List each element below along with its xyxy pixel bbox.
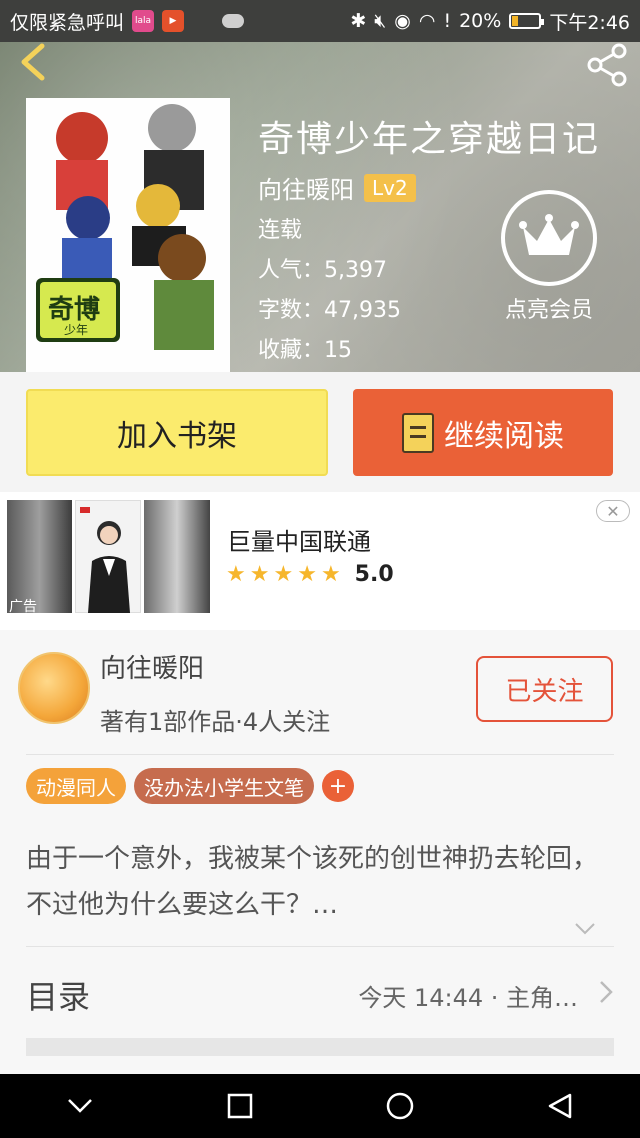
bluetooth-icon: ✱ — [350, 10, 367, 32]
back-triangle-icon[interactable] — [540, 1086, 580, 1126]
tag-item[interactable]: 没办法小学生文笔 — [134, 768, 314, 804]
mute-icon: 🔇︎ — [374, 10, 387, 32]
ad-person-illustration — [80, 507, 130, 613]
ad-title: 巨量中国联通 — [227, 528, 371, 556]
tag-item[interactable]: 动漫同人 — [26, 768, 126, 804]
follow-button[interactable]: 已关注 — [476, 656, 613, 722]
book-cover[interactable]: 奇博 少年 — [26, 98, 230, 372]
collapse-chevron-icon[interactable] — [60, 1086, 100, 1126]
action-bar: 加入书架 继续阅读 — [0, 372, 640, 492]
crown-icon-circle — [501, 190, 597, 286]
author-level-badge: Lv2 — [364, 173, 416, 202]
battery-icon — [509, 13, 545, 29]
ad-rating: 5.0 — [354, 562, 394, 587]
recents-square-icon[interactable] — [220, 1086, 260, 1126]
svg-text:少年: 少年 — [64, 323, 88, 337]
author-section: 向往暖阳 著有1部作品·4人关注 已关注 动漫同人 没办法小学生文笔 + 由于一… — [0, 630, 640, 1074]
section-separator — [26, 1038, 614, 1056]
app-notification-icon: lala — [132, 10, 155, 32]
eye-icon: ◉ — [394, 10, 411, 32]
ad-banner[interactable]: 广告 巨量中国联通 ★ ★ ★ ★ ★ 5.0 ✕ — [0, 492, 640, 630]
ad-image-2 — [75, 500, 141, 613]
share-icon — [587, 43, 627, 87]
vip-button[interactable]: 点亮会员 — [494, 190, 604, 324]
word-count: 字数：47,935 — [258, 298, 401, 323]
book-description[interactable]: 由于一个意外，我被某个该死的创世神扔去轮回，不过他为什么要这么干？… — [26, 836, 606, 928]
add-tag-button[interactable]: + — [322, 770, 354, 802]
add-to-shelf-button[interactable]: 加入书架 — [26, 389, 328, 476]
expand-chevron-icon[interactable] — [574, 920, 596, 941]
share-button[interactable] — [584, 42, 630, 88]
author-row: 向往暖阳 Lv2 — [258, 170, 416, 205]
divider — [26, 946, 614, 947]
video-app-icon: ▶ — [162, 10, 185, 32]
star-icon: ★ — [320, 562, 341, 587]
cloud-icon — [222, 14, 245, 28]
serial-status: 连载 — [258, 218, 303, 243]
tag-list: 动漫同人 没办法小学生文笔 + — [26, 768, 354, 804]
ad-close-button[interactable]: ✕ — [596, 500, 630, 522]
divider — [26, 754, 614, 755]
system-nav-bar — [0, 1074, 640, 1138]
home-circle-icon[interactable] — [380, 1086, 420, 1126]
book-title: 奇博少年之穿越日记 — [258, 119, 601, 160]
alert-icon: ! — [443, 10, 452, 32]
vip-label: 点亮会员 — [504, 298, 593, 323]
wifi-icon: ◠ — [418, 10, 436, 32]
author-link[interactable]: 向往暖阳 — [258, 170, 354, 205]
continue-reading-label: 继续阅读 — [444, 418, 564, 454]
cover-illustration: 奇博 少年 — [26, 98, 230, 372]
back-arrow-icon — [21, 43, 45, 81]
author-avatar[interactable] — [18, 652, 90, 724]
author-name[interactable]: 向往暖阳 — [100, 648, 204, 685]
table-of-contents-row[interactable]: 目录 今天 14:44 · 主角… — [26, 970, 614, 1020]
latest-chapter: 今天 14:44 · 主角… — [358, 983, 578, 1012]
back-button[interactable] — [14, 42, 54, 82]
author-stats: 著有1部作品·4人关注 — [100, 708, 331, 736]
star-icon: ★ — [249, 562, 270, 587]
ad-tag: 广告 — [9, 599, 37, 615]
crown-icon — [519, 214, 579, 255]
chevron-right-icon — [598, 979, 614, 1012]
battery-percent: 20% — [459, 10, 502, 32]
ad-rating-row: ★ ★ ★ ★ ★ 5.0 — [226, 562, 394, 587]
favorites-count: 收藏：15 — [258, 338, 352, 363]
star-icon: ★ — [297, 562, 317, 587]
star-icon: ★ — [226, 562, 246, 587]
svg-text:奇博: 奇博 — [48, 295, 100, 325]
ad-image-3 — [144, 500, 210, 613]
toc-label: 目录 — [26, 978, 91, 1016]
book-icon — [402, 412, 434, 453]
clock: 下午2:46 — [549, 11, 630, 34]
emergency-call-text: 仅限紧急呼叫 — [10, 11, 125, 34]
star-icon: ★ — [273, 562, 294, 587]
continue-reading-button[interactable]: 继续阅读 — [353, 389, 613, 476]
popularity: 人气：5,397 — [258, 258, 387, 283]
status-bar: 仅限紧急呼叫 lala ▶ ✱ 🔇︎ ◉ ◠ ! 20% 下午2:46 — [0, 0, 640, 42]
book-header: 奇博 少年 奇博少年之穿越日记 向往暖阳 Lv2 连载 人气：5,397 字数：… — [0, 42, 640, 372]
